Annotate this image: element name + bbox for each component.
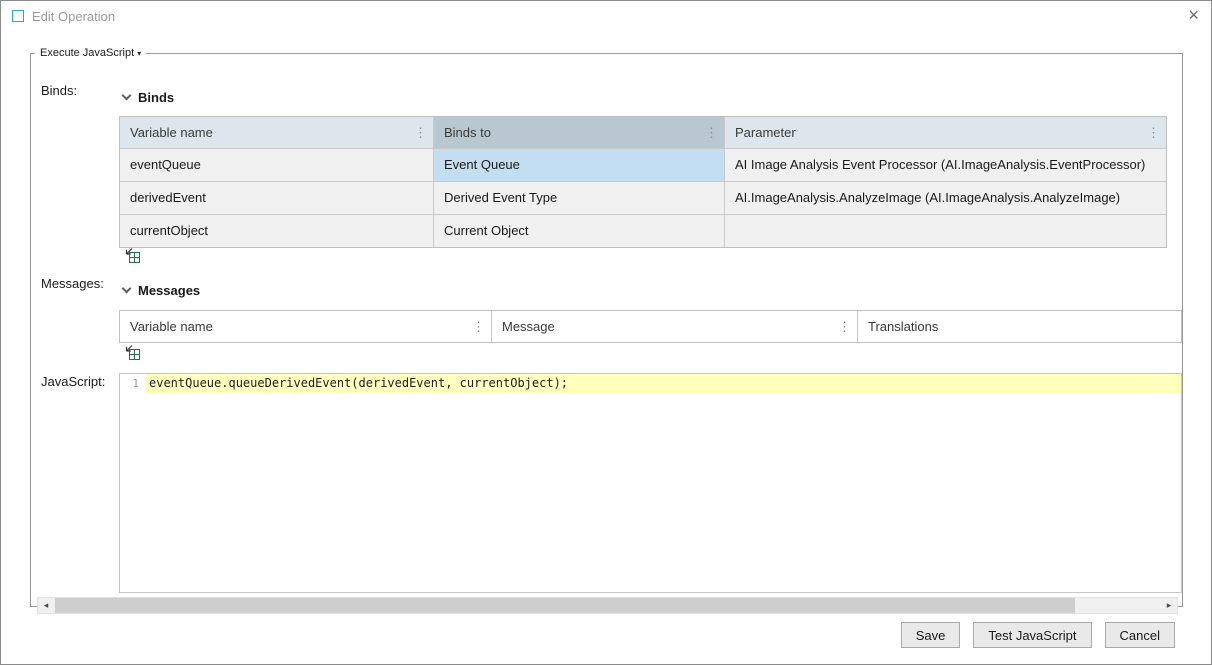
- cell-binds-to[interactable]: Derived Event Type: [434, 182, 725, 214]
- dropdown-caret-icon: ▾: [137, 49, 141, 58]
- column-header-message[interactable]: Message ⋮: [492, 311, 858, 342]
- save-button[interactable]: Save: [901, 622, 961, 648]
- column-header-variable-name[interactable]: Variable name ⋮: [120, 311, 492, 342]
- cell-variable-name[interactable]: currentObject: [120, 215, 434, 247]
- javascript-editor[interactable]: 1 eventQueue.queueDerivedEvent(derivedEv…: [119, 373, 1182, 593]
- binds-table: Variable name ⋮ Binds to ⋮ Parameter ⋮ e…: [119, 116, 1167, 248]
- horizontal-scrollbar[interactable]: ◂ ▸: [37, 597, 1178, 614]
- column-header-label: Parameter: [735, 125, 796, 140]
- messages-section-title: Messages: [138, 283, 200, 298]
- column-header-label: Translations: [868, 319, 938, 334]
- scrollbar-thumb[interactable]: [55, 598, 1075, 613]
- cancel-button[interactable]: Cancel: [1105, 622, 1175, 648]
- column-menu-icon[interactable]: ⋮: [414, 117, 427, 148]
- code-text: eventQueue.queueDerivedEvent(derivedEven…: [145, 374, 1181, 393]
- messages-table-header: Variable name ⋮ Message ⋮ Translations: [120, 311, 1181, 342]
- messages-section-toggle[interactable]: Messages: [123, 283, 200, 298]
- cell-binds-to[interactable]: Event Queue: [434, 149, 725, 181]
- column-menu-icon[interactable]: ⋮: [1147, 117, 1160, 148]
- table-row: eventQueue Event Queue AI Image Analysis…: [120, 149, 1166, 182]
- binds-section-toggle[interactable]: Binds: [123, 90, 174, 105]
- cell-parameter[interactable]: [725, 215, 1166, 247]
- chevron-down-icon: [122, 284, 132, 294]
- binds-table-header: Variable name ⋮ Binds to ⋮ Parameter ⋮: [120, 117, 1166, 149]
- edit-operation-dialog: Edit Operation × Execute JavaScript▾ Bin…: [0, 0, 1212, 665]
- column-header-label: Binds to: [444, 125, 491, 140]
- javascript-label: JavaScript:: [41, 374, 105, 389]
- operation-type-label: Execute JavaScript: [40, 47, 134, 59]
- cell-binds-to[interactable]: Current Object: [434, 215, 725, 247]
- scroll-left-icon[interactable]: ◂: [38, 598, 54, 613]
- column-header-label: Message: [502, 319, 555, 334]
- chevron-down-icon: [122, 91, 132, 101]
- column-header-variable-name[interactable]: Variable name ⋮: [120, 117, 434, 148]
- window-icon: [12, 10, 24, 22]
- column-header-translations[interactable]: Translations: [858, 311, 1181, 342]
- operation-group: Execute JavaScript▾ Binds: Messages: Jav…: [30, 47, 1183, 607]
- cell-parameter[interactable]: AI Image Analysis Event Processor (AI.Im…: [725, 149, 1166, 181]
- line-number: 1: [120, 374, 145, 393]
- column-header-label: Variable name: [130, 125, 213, 140]
- column-header-parameter[interactable]: Parameter ⋮: [725, 117, 1166, 148]
- column-menu-icon[interactable]: ⋮: [705, 117, 718, 148]
- code-line[interactable]: 1 eventQueue.queueDerivedEvent(derivedEv…: [120, 374, 1181, 393]
- scroll-right-icon[interactable]: ▸: [1161, 598, 1177, 613]
- column-menu-icon[interactable]: ⋮: [472, 311, 485, 342]
- messages-table: Variable name ⋮ Message ⋮ Translations: [119, 310, 1182, 343]
- messages-add-row-icon[interactable]: [124, 344, 141, 361]
- column-header-label: Variable name: [130, 319, 213, 334]
- table-row: derivedEvent Derived Event Type AI.Image…: [120, 182, 1166, 215]
- column-header-binds-to[interactable]: Binds to ⋮: [434, 117, 725, 148]
- dialog-title: Edit Operation: [32, 9, 115, 24]
- binds-add-row-icon[interactable]: [124, 247, 141, 264]
- cell-parameter[interactable]: AI.ImageAnalysis.AnalyzeImage (AI.ImageA…: [725, 182, 1166, 214]
- cell-variable-name[interactable]: derivedEvent: [120, 182, 434, 214]
- binds-section-title: Binds: [138, 90, 174, 105]
- close-icon[interactable]: ×: [1188, 5, 1199, 25]
- titlebar: Edit Operation ×: [1, 1, 1211, 31]
- test-javascript-button[interactable]: Test JavaScript: [973, 622, 1091, 648]
- messages-label: Messages:: [41, 276, 104, 291]
- table-row: currentObject Current Object: [120, 215, 1166, 247]
- column-menu-icon[interactable]: ⋮: [838, 311, 851, 342]
- cell-variable-name[interactable]: eventQueue: [120, 149, 434, 181]
- operation-type-selector[interactable]: Execute JavaScript▾: [35, 47, 146, 59]
- footer-buttons: Save Test JavaScript Cancel: [901, 622, 1175, 648]
- binds-label: Binds:: [41, 83, 77, 98]
